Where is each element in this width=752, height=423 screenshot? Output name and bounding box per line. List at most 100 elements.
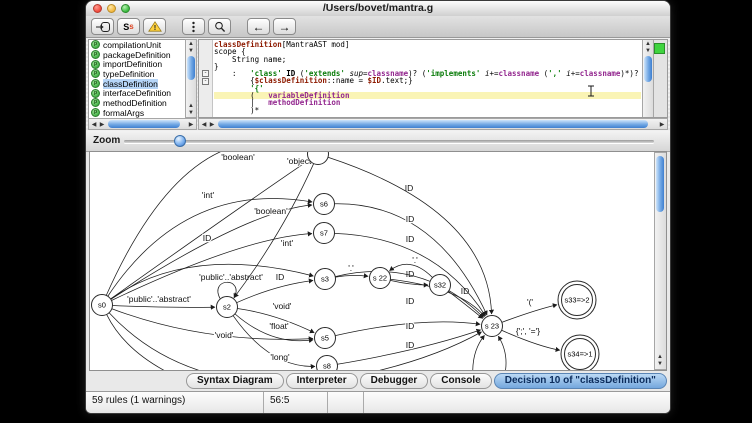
upper-split-pane: pcompilationUnitppackageDefinitionpimpor…: [86, 38, 670, 131]
rule-name: packageDefinition: [103, 50, 171, 60]
state-label: s 23: [485, 322, 499, 331]
scroll-down-icon[interactable]: ▼: [655, 361, 665, 367]
rule-list-hscrollbar[interactable]: ◀ ▶ ▶: [88, 118, 197, 130]
sidebar-item-formalArgs[interactable]: pformalArgs: [89, 108, 185, 118]
edge-label: ID: [406, 214, 415, 224]
forward-icon: →: [279, 22, 291, 32]
text-cursor-icon: [587, 84, 595, 102]
status-bar: 59 rules (1 warnings) 56:5: [86, 391, 670, 414]
toolbar: Ss! ← →: [86, 16, 670, 38]
state-label: s3: [321, 275, 329, 284]
rule-list-vscrollbar[interactable]: ▲ ▼ ▲ ▼: [185, 39, 197, 118]
scroll-up-icon[interactable]: ▲: [186, 103, 196, 109]
rule-name: formalArgs: [103, 108, 144, 118]
find-button[interactable]: [208, 18, 231, 35]
scroll-thumb[interactable]: [108, 120, 180, 128]
zoom-slider-knob[interactable]: [174, 135, 186, 147]
rules-icon: [96, 22, 110, 32]
state-label: s5: [321, 334, 329, 343]
back-icon: ←: [253, 22, 265, 32]
sidebar-item-methodDefinition[interactable]: pmethodDefinition: [89, 98, 185, 108]
sidebar-item-compilationUnit[interactable]: pcompilationUnit: [89, 40, 185, 50]
scroll-up-icon[interactable]: ▲: [655, 354, 665, 360]
edge-label: 'float': [269, 321, 289, 331]
syntax-coloring-button[interactable]: Ss: [117, 18, 140, 35]
sidebar-item-importDefinition[interactable]: pimportDefinition: [89, 59, 185, 69]
sidebar-item-classDefinition[interactable]: pclassDefinition: [89, 79, 185, 89]
scroll-thumb[interactable]: [218, 120, 648, 128]
fold-marker-icon[interactable]: -: [202, 70, 209, 77]
edge-label: ID: [461, 286, 470, 296]
sidebar-item-typeDefinition[interactable]: ptypeDefinition: [89, 69, 185, 79]
scroll-thumb[interactable]: [187, 56, 195, 80]
edge: [502, 305, 557, 323]
state-label: s6: [320, 200, 328, 209]
edge-label: 'boolean': [254, 206, 288, 216]
close-button[interactable]: [93, 4, 102, 13]
status-extra-cell: [328, 392, 364, 414]
state-label: s2: [223, 303, 231, 312]
tab-console[interactable]: Console: [430, 373, 491, 389]
tab-decision-10-of-classdefinition[interactable]: Decision 10 of "classDefinition": [494, 373, 667, 389]
forward-button[interactable]: →: [273, 18, 296, 35]
rule-icon: p: [91, 98, 100, 107]
tab-interpreter[interactable]: Interpreter: [286, 373, 358, 389]
edge-label: ID: [406, 234, 415, 244]
edge: [473, 335, 485, 370]
diagram-vscrollbar[interactable]: ▲ ▼: [654, 152, 666, 370]
scroll-right-icon[interactable]: ▶: [97, 122, 107, 128]
grammar-editor[interactable]: -- classDefinition[MantraAST mod]scope {…: [198, 39, 668, 118]
warning-icon: !: [148, 21, 162, 32]
traffic-lights: [93, 4, 130, 13]
edge: [345, 332, 482, 370]
ideas-button[interactable]: [182, 18, 205, 35]
warning-button[interactable]: !: [143, 18, 166, 35]
scroll-up-icon[interactable]: ▲: [186, 41, 196, 47]
edge: [237, 280, 314, 302]
scroll-right-icon[interactable]: ▶: [186, 122, 196, 128]
minimize-button[interactable]: [107, 4, 116, 13]
scroll-thumb[interactable]: [656, 156, 664, 212]
scroll-down-icon[interactable]: ▼: [643, 48, 653, 54]
state-label: s7: [320, 229, 328, 238]
rule-name: interfaceDefinition: [103, 88, 171, 98]
editor-hscrollbar[interactable]: ◀ ▶ ▶: [198, 118, 668, 130]
rule-name: compilationUnit: [103, 40, 161, 50]
syntax-coloring-icon: Ss: [123, 22, 133, 32]
tab-debugger[interactable]: Debugger: [360, 373, 429, 389]
zoom-button[interactable]: [121, 4, 130, 13]
rule-icon: p: [91, 50, 100, 59]
scroll-up-icon[interactable]: ▲: [643, 41, 653, 47]
window-title: /Users/bovet/mantra.g: [86, 1, 670, 16]
scroll-down-icon[interactable]: ▼: [186, 48, 196, 54]
scroll-down-icon[interactable]: ▼: [186, 110, 196, 116]
zoom-label: Zoom: [93, 135, 120, 146]
find-icon: [214, 21, 226, 33]
sidebar-item-interfaceDefinition[interactable]: pinterfaceDefinition: [89, 88, 185, 98]
state-label: s8: [323, 362, 331, 371]
scroll-right-icon[interactable]: ▶: [657, 122, 667, 128]
edge-label: 'boolean': [221, 152, 255, 162]
rules-button[interactable]: [91, 18, 114, 35]
scroll-thumb[interactable]: [644, 56, 652, 82]
analysis-strip: [653, 40, 667, 117]
edge-label: {';', '='}: [516, 326, 540, 336]
zoom-slider-track[interactable]: [124, 140, 654, 143]
back-button[interactable]: ←: [247, 18, 270, 35]
edge-label: ID: [276, 272, 285, 282]
status-filler: [364, 392, 670, 414]
editor-code[interactable]: classDefinition[MantraAST mod]scope { St…: [214, 41, 641, 117]
bottom-tabs: Syntax DiagramInterpreterDebuggerConsole…: [186, 373, 667, 389]
sidebar-item-packageDefinition[interactable]: ppackageDefinition: [89, 50, 185, 60]
svg-text:!: !: [153, 23, 156, 32]
desktop-background: { "window": { "title": "/Users/bovet/man…: [0, 0, 752, 423]
decision-diagram-panel[interactable]: 'boolean''object''int''boolean''int'ID'p…: [89, 151, 667, 371]
scroll-right-icon[interactable]: ▶: [207, 122, 217, 128]
editor-vscrollbar[interactable]: ▲ ▼: [642, 40, 654, 118]
tab-syntax-diagram[interactable]: Syntax Diagram: [186, 373, 284, 389]
fold-marker-icon[interactable]: -: [202, 78, 209, 85]
rule-name: methodDefinition: [103, 98, 167, 108]
titlebar[interactable]: /Users/bovet/mantra.g: [86, 1, 670, 17]
edge-label: ID: [406, 269, 415, 279]
rule-icon: p: [91, 79, 100, 88]
